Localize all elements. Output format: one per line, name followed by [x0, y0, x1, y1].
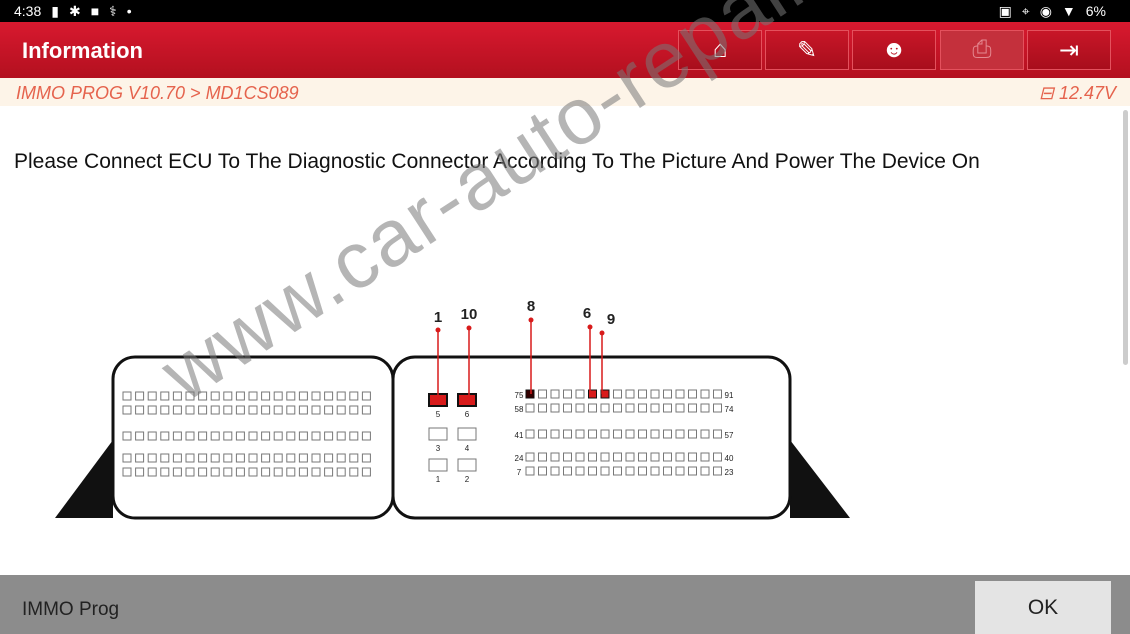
right-wing: [790, 440, 850, 518]
row-label-start: 41: [515, 431, 524, 440]
row-label-end: 91: [725, 391, 734, 400]
car-battery-icon: ⊟: [1038, 83, 1054, 103]
dot-icon: •: [126, 2, 132, 19]
status-bar: 4:38 ▮ ✱ ■ ⚕ • ▣ ⌖ ◉ ▼ 6%: [0, 0, 1130, 22]
callout-dot: [435, 327, 441, 333]
highlighted-pin: [525, 389, 535, 399]
row-label-end: 74: [725, 405, 734, 414]
callout-label: 6: [583, 305, 591, 322]
callout-dot: [466, 325, 472, 331]
callout-dot: [599, 330, 605, 336]
gear-icon: ✱: [68, 2, 81, 19]
row-label-start: 58: [515, 405, 524, 414]
clock: 4:38: [14, 2, 42, 19]
edit-icon: ✎: [796, 36, 818, 64]
row-label-start: 24: [515, 454, 524, 463]
power-pin-label: 5: [436, 410, 441, 419]
power-pin-label: 1: [436, 475, 441, 484]
callout-dot: [587, 324, 593, 330]
breadcrumb-path: IMMO PROG V10.70 > MD1CS089: [16, 83, 299, 103]
power-pin-label: 6: [465, 410, 470, 419]
callout-label: 10: [461, 306, 478, 323]
ok-button[interactable]: OK: [975, 581, 1111, 634]
row-label-end: 23: [725, 468, 734, 477]
vibrate-icon: ◉: [1039, 2, 1052, 19]
row-label-end: 40: [725, 454, 734, 463]
highlighted-power-pin: [457, 393, 477, 407]
stethoscope-icon: ⚕: [109, 2, 117, 19]
battery-icon: ▮: [51, 2, 59, 19]
voltage-value: 12.47V: [1058, 83, 1116, 103]
power-pin-label: 4: [465, 444, 470, 453]
voltage-readout: ⊟ 12.47V: [1039, 83, 1116, 104]
video-icon: ■: [90, 2, 100, 19]
battery-level: 6%: [1085, 2, 1106, 19]
power-pin-label: 3: [436, 444, 441, 453]
scrollbar[interactable]: [1123, 110, 1128, 365]
footer-bar: IMMO Prog OK: [0, 575, 1130, 634]
footer-label: IMMO Prog: [22, 599, 120, 620]
cast-icon: ▣: [998, 2, 1012, 19]
row-label-start: 75: [515, 391, 524, 400]
row-label-start: 7: [517, 468, 522, 477]
left-wing: [55, 440, 113, 518]
printer-icon: ⎙: [972, 36, 992, 63]
exit-icon: ⇥: [1058, 36, 1080, 64]
print-button[interactable]: ⎙: [940, 30, 1024, 70]
user-icon: ☻: [881, 36, 907, 63]
power-pin-label: 2: [465, 475, 470, 484]
page-title: Information: [22, 38, 143, 63]
callout-label: 9: [607, 311, 615, 328]
row-label-end: 57: [725, 431, 734, 440]
ecu-connector-diagram: 75 9158 7441 5724 407 235 63 41 21 10 8 6 9: [55, 298, 850, 520]
wifi-icon: ▼: [1061, 2, 1076, 19]
location-icon: ⌖: [1021, 2, 1030, 19]
callout-label: 1: [434, 309, 442, 326]
exit-button[interactable]: ⇥: [1027, 30, 1111, 70]
support-button[interactable]: ☻: [852, 30, 936, 70]
callout-label: 8: [527, 298, 535, 315]
callout-dot: [528, 317, 534, 323]
